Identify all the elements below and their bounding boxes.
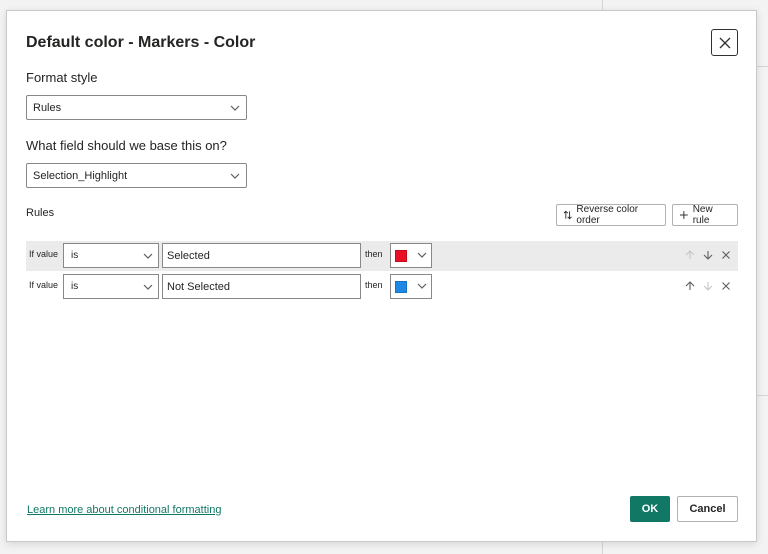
color-picker[interactable]	[390, 243, 432, 268]
rule-row: If value is Not Selected then	[26, 272, 738, 302]
move-down-icon[interactable]	[702, 249, 714, 261]
reverse-color-order-button[interactable]: Reverse color order	[556, 204, 666, 226]
background-divider	[757, 66, 768, 67]
chevron-down-icon	[230, 173, 240, 179]
plus-icon	[679, 211, 688, 219]
condition-value: is	[71, 250, 79, 261]
rule-value-input[interactable]: Not Selected	[162, 274, 361, 299]
delete-rule-icon[interactable]	[720, 280, 732, 292]
close-icon	[719, 37, 730, 48]
conditional-formatting-dialog: Default color - Markers - Color Format s…	[6, 10, 757, 542]
new-rule-button[interactable]: New rule	[672, 204, 738, 226]
rule-row: If value is Selected then	[26, 241, 738, 271]
then-label: then	[365, 249, 383, 259]
format-style-dropdown[interactable]: Rules	[26, 95, 247, 120]
background-divider	[757, 395, 768, 396]
move-up-icon[interactable]	[684, 280, 696, 292]
color-swatch	[395, 250, 407, 262]
rules-label: Rules	[26, 207, 55, 219]
condition-dropdown[interactable]: is	[63, 274, 159, 299]
delete-rule-icon[interactable]	[720, 249, 732, 261]
learn-more-link[interactable]: Learn more about conditional formatting	[27, 504, 221, 516]
chevron-down-icon	[417, 283, 427, 289]
color-picker[interactable]	[390, 274, 432, 299]
dialog-title: Default color - Markers - Color	[26, 34, 256, 51]
base-field-dropdown[interactable]: Selection_Highlight	[26, 163, 247, 188]
chevron-down-icon	[143, 253, 153, 259]
rule-value-input[interactable]: Selected	[162, 243, 361, 268]
ok-button[interactable]: OK	[630, 496, 670, 522]
color-swatch	[395, 281, 407, 293]
cancel-button[interactable]: Cancel	[677, 496, 738, 522]
chevron-down-icon	[417, 252, 427, 258]
chevron-down-icon	[143, 284, 153, 290]
format-style-label: Format style	[26, 70, 98, 85]
close-button[interactable]	[711, 29, 738, 56]
chevron-down-icon	[230, 105, 240, 111]
condition-value: is	[71, 281, 79, 292]
move-up-icon[interactable]	[684, 249, 696, 261]
sort-arrows-icon	[563, 210, 572, 220]
condition-dropdown[interactable]: is	[63, 243, 159, 268]
move-down-icon[interactable]	[702, 280, 714, 292]
background-divider	[602, 0, 603, 10]
reverse-color-order-label: Reverse color order	[576, 204, 639, 226]
format-style-value: Rules	[33, 101, 62, 114]
then-label: then	[365, 280, 383, 290]
if-value-label: If value	[29, 249, 59, 259]
if-value-label: If value	[29, 280, 59, 290]
base-field-value: Selection_Highlight	[33, 169, 128, 182]
new-rule-label: New rule	[692, 204, 713, 226]
base-field-label: What field should we base this on?	[26, 138, 227, 153]
background-divider	[602, 542, 603, 554]
